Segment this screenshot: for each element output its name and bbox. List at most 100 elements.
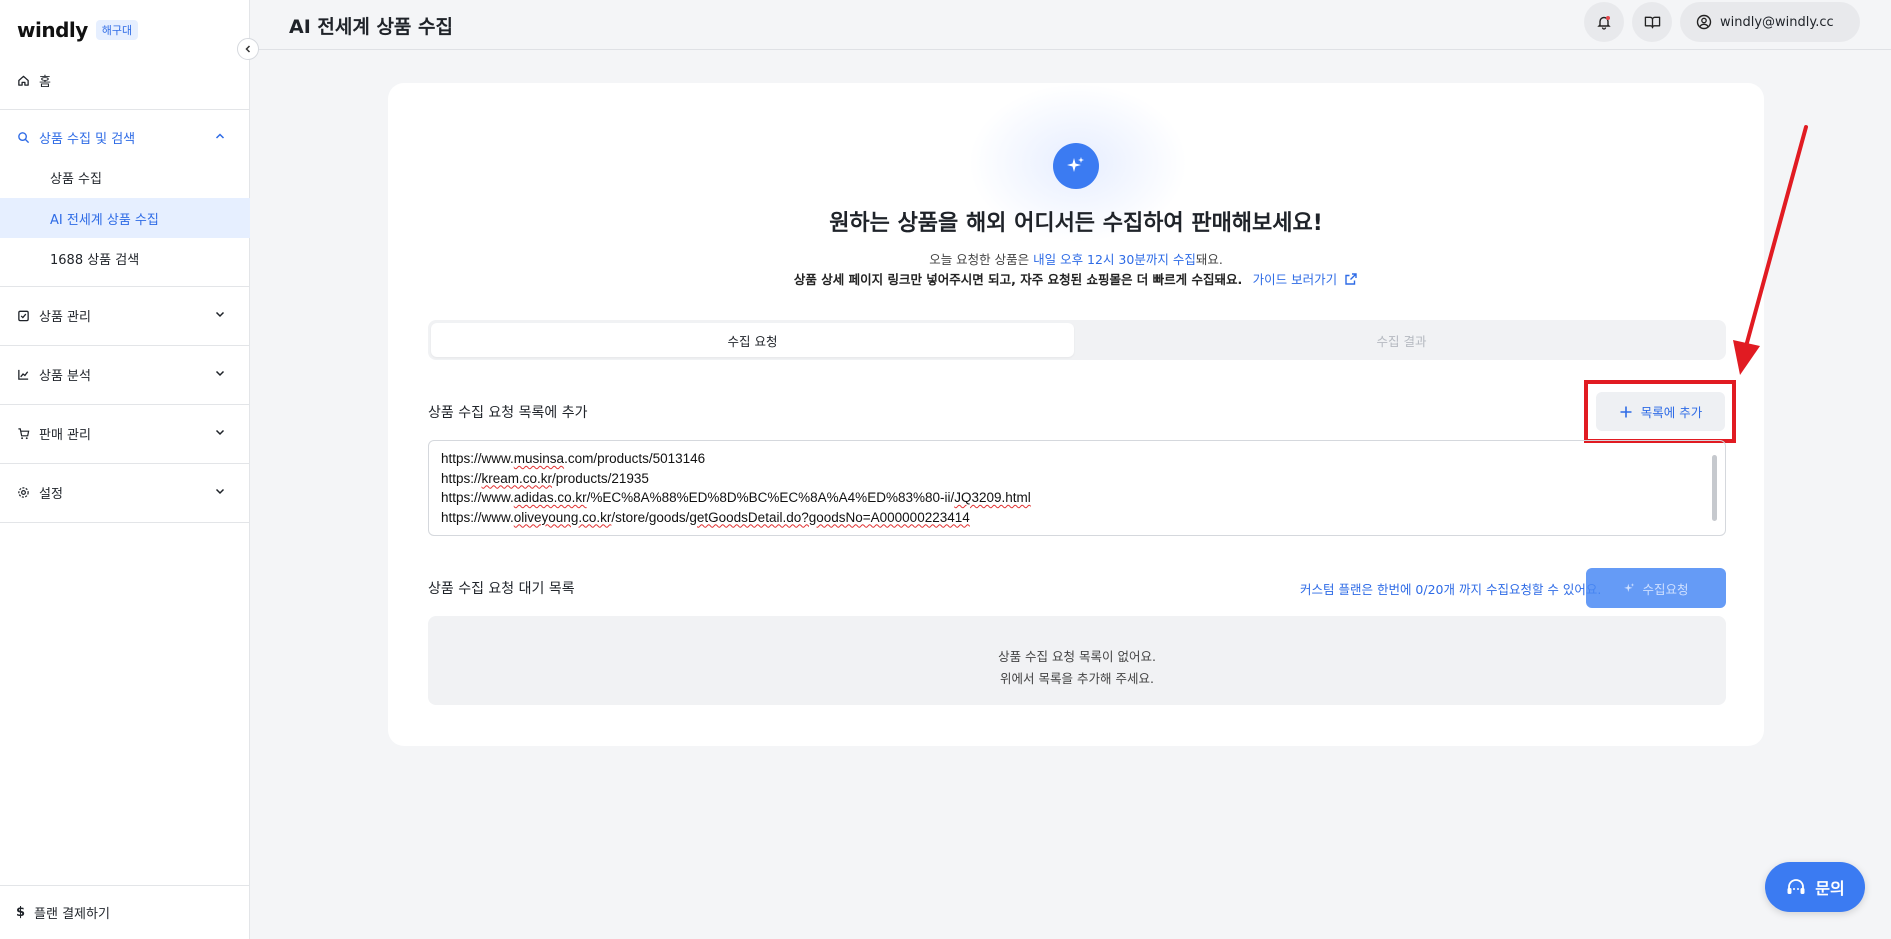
book-icon xyxy=(1644,16,1660,28)
headset-icon xyxy=(1787,879,1805,894)
home-icon xyxy=(16,73,30,87)
url-text: kream.co.kr xyxy=(481,470,553,486)
tab-collect-request[interactable]: 수집 요청 xyxy=(431,323,1074,357)
url-text: musinsa xyxy=(513,451,565,466)
divider xyxy=(0,345,250,346)
brand[interactable]: windly 해구대 xyxy=(17,18,139,42)
page-title: AI 전세계 상품 수집 xyxy=(289,16,453,38)
add-to-list-button[interactable]: 목록에 추가 xyxy=(1596,392,1725,431)
cart-icon xyxy=(16,426,30,440)
tab-collect-result[interactable]: 수집 결과 xyxy=(1080,323,1723,357)
sidebar-group-collect[interactable]: 상품 수집 및 검색 xyxy=(0,117,250,157)
url-text: /store/goods/ xyxy=(611,509,690,525)
chat-label: 문의 xyxy=(1815,879,1845,898)
sidebar-item-label: 1688 상품 검색 xyxy=(50,252,140,268)
divider xyxy=(0,286,250,287)
plus-icon xyxy=(1620,406,1632,417)
guide-link[interactable]: 가이드 보러가기 xyxy=(1253,272,1358,287)
collect-card: 원하는 상품을 해외 어디서든 수집하여 판매해보세요! 오늘 요청한 상품은 … xyxy=(388,83,1764,746)
divider xyxy=(0,463,250,464)
empty-hint: 위에서 목록을 추가해 주세요. xyxy=(1000,671,1154,686)
sidebar-item-ai-global-collect[interactable]: AI 전세계 상품 수집 xyxy=(0,198,250,238)
url-text: JQ3209.html xyxy=(954,490,1031,505)
sparkle-icon xyxy=(1624,582,1635,592)
sidebar-item-label: 상품 수집 xyxy=(50,171,102,187)
url-text: https://www. xyxy=(441,490,514,505)
chevron-down-icon xyxy=(214,308,226,324)
url-line: https://www.oliveyoung.co.kr/store/goods… xyxy=(441,508,1713,528)
chart-icon xyxy=(16,367,30,381)
url-text: /%EC%8A%88%ED%8D%BC%EC%8A%A4%ED%83%80-ii… xyxy=(586,490,955,505)
url-line: https://www.adidas.co.kr/%EC%8A%88%ED%8D… xyxy=(441,488,1713,508)
external-link-icon xyxy=(1345,273,1357,285)
sidebar-item-label: 상품 관리 xyxy=(39,309,91,325)
sidebar-item-label: 판매 관리 xyxy=(39,427,91,443)
sidebar-item-1688-search[interactable]: 1688 상품 검색 xyxy=(0,238,250,278)
sidebar: windly 해구대 홈 상품 수집 및 검색 상품 수집 AI 전세계 상품 … xyxy=(0,0,250,939)
schedule-notice: 오늘 요청한 상품은 내일 오후 12시 30분까지 수집돼요. xyxy=(388,249,1764,268)
sidebar-item-product-collect[interactable]: 상품 수집 xyxy=(0,157,250,197)
sidebar-item-sales[interactable]: 판매 관리 xyxy=(0,413,250,453)
add-button-label: 목록에 추가 xyxy=(1640,405,1703,420)
url-text: adidas.co.kr xyxy=(513,490,587,505)
sidebar-item-label: AI 전세계 상품 수집 xyxy=(50,212,159,228)
sidebar-item-home[interactable]: 홈 xyxy=(0,60,250,100)
chevron-left-icon xyxy=(245,45,251,53)
empty-queue: 상품 수집 요청 목록이 없어요. 위에서 목록을 추가해 주세요. xyxy=(428,616,1726,705)
user-menu-button[interactable]: windly@windly.cc xyxy=(1680,2,1860,42)
sidebar-item-label: 상품 분석 xyxy=(39,368,91,384)
divider xyxy=(0,109,250,110)
url-text: oliveyoung.co.kr xyxy=(513,509,612,525)
plan-label: 플랜 결제하기 xyxy=(34,907,110,922)
add-section-title: 상품 수집 요청 목록에 추가 xyxy=(428,405,588,421)
url-text: https://www. xyxy=(441,509,514,525)
queue-section-title: 상품 수집 요청 대기 목록 xyxy=(428,581,575,597)
notice-text: 오늘 요청한 상품은 xyxy=(929,252,1034,267)
sidebar-item-label: 상품 수집 및 검색 xyxy=(39,131,136,147)
url-text: https://www. xyxy=(441,451,514,466)
empty-message: 상품 수집 요청 목록이 없어요. xyxy=(998,649,1156,664)
scrollbar[interactable] xyxy=(1712,455,1717,521)
sidebar-item-settings[interactable]: 설정 xyxy=(0,472,250,512)
search-icon xyxy=(16,130,30,144)
request-button-label: 수집요청 xyxy=(1642,581,1689,597)
dollar-icon: $ xyxy=(16,905,26,920)
clipboard-check-icon xyxy=(16,308,30,322)
notification-button[interactable] xyxy=(1584,2,1624,42)
divider xyxy=(0,522,250,523)
url-text: https:// xyxy=(441,470,482,486)
plan-payment-button[interactable]: $ 플랜 결제하기 xyxy=(0,885,250,939)
url-text: .com/products/5013146 xyxy=(564,451,706,466)
url-text: getGoodsDetail.do?goodsNo=A000000223414 xyxy=(689,509,970,525)
url-line: https://www.musinsa.com/products/5013146 xyxy=(441,449,1713,469)
notice-highlight: 내일 오후 12시 30분까지 수집 xyxy=(1033,252,1196,267)
chevron-down-icon xyxy=(214,485,226,501)
divider xyxy=(0,404,250,405)
link-notice: 상품 상세 페이지 링크만 넣어주시면 되고, 자주 요청된 쇼핑몰은 더 빠르… xyxy=(388,269,1764,288)
user-email: windly@windly.cc xyxy=(1720,14,1834,30)
sidebar-item-label: 홈 xyxy=(39,74,51,90)
inquiry-chat-button[interactable]: 문의 xyxy=(1765,862,1865,912)
gear-icon xyxy=(16,485,30,499)
notice-text: 돼요. xyxy=(1195,252,1223,267)
headline: 원하는 상품을 해외 어디서든 수집하여 판매해보세요! xyxy=(829,211,1323,236)
plan-limit-text: 커스텀 플랜은 한번에 0/20개 까지 수집요청할 수 있어요. xyxy=(1300,582,1602,597)
sparkle-icon xyxy=(1053,143,1099,189)
url-text: /products/21935 xyxy=(552,470,649,486)
sidebar-item-analysis[interactable]: 상품 분석 xyxy=(0,354,250,394)
bell-icon xyxy=(1597,16,1611,30)
sidebar-collapse-button[interactable] xyxy=(237,38,259,60)
chevron-down-icon xyxy=(214,367,226,383)
brand-logo[interactable]: windly xyxy=(17,18,88,42)
chevron-down-icon xyxy=(214,426,226,442)
notice-text: 상품 상세 페이지 링크만 넣어주시면 되고, 자주 요청된 쇼핑몰은 더 빠르… xyxy=(793,272,1243,287)
guide-link-label: 가이드 보러가기 xyxy=(1252,272,1338,287)
sidebar-item-manage[interactable]: 상품 관리 xyxy=(0,295,250,335)
brand-badge: 해구대 xyxy=(95,20,139,40)
tab-bar: 수집 요청 수집 결과 xyxy=(428,320,1726,360)
url-input[interactable]: https://www.musinsa.com/products/5013146… xyxy=(428,440,1726,536)
collect-request-button[interactable]: 수집요청 xyxy=(1586,568,1726,608)
url-line: https://kream.co.kr/products/21935 xyxy=(441,469,1713,489)
user-icon xyxy=(1696,14,1712,30)
guide-book-button[interactable] xyxy=(1632,2,1672,42)
